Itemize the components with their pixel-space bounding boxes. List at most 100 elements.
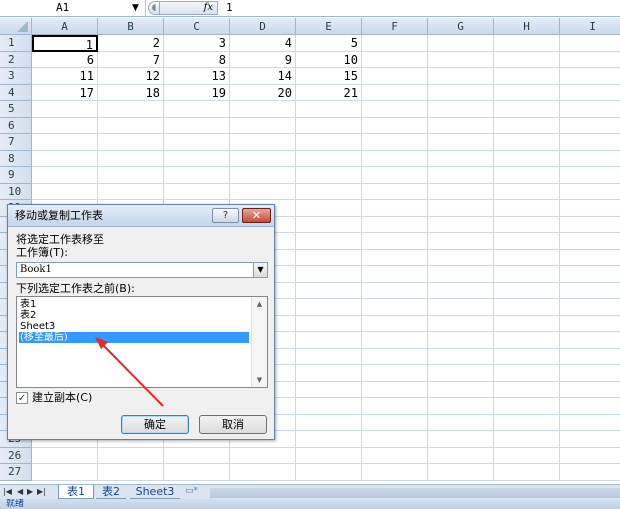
- cell[interactable]: [428, 101, 494, 118]
- cell[interactable]: [98, 101, 164, 118]
- cell[interactable]: [362, 200, 428, 217]
- cell[interactable]: [362, 134, 428, 151]
- cell[interactable]: [428, 183, 494, 200]
- cell[interactable]: [296, 249, 362, 266]
- help-button[interactable]: ?: [212, 208, 239, 223]
- cell[interactable]: [560, 85, 620, 101]
- cell[interactable]: [362, 167, 428, 184]
- cell[interactable]: [560, 365, 620, 382]
- cell[interactable]: [296, 365, 362, 382]
- cell[interactable]: [164, 150, 230, 167]
- cell[interactable]: [494, 35, 560, 52]
- cell[interactable]: [164, 134, 230, 151]
- cell[interactable]: 5: [296, 35, 362, 52]
- cell[interactable]: [230, 447, 296, 464]
- cell[interactable]: [560, 266, 620, 283]
- cell[interactable]: [494, 315, 560, 332]
- cell[interactable]: [296, 464, 362, 481]
- sheet-tab[interactable]: 表1: [58, 485, 94, 499]
- cell[interactable]: [362, 282, 428, 299]
- scroll-up-icon[interactable]: ▲: [252, 297, 267, 311]
- cell[interactable]: [494, 117, 560, 134]
- cell[interactable]: [428, 282, 494, 299]
- close-button[interactable]: ✕: [242, 208, 271, 223]
- list-item[interactable]: Sheet3: [19, 321, 249, 332]
- cell[interactable]: [560, 349, 620, 365]
- cell[interactable]: [362, 233, 428, 250]
- row-header[interactable]: 4: [0, 84, 32, 101]
- cell[interactable]: [230, 183, 296, 200]
- cell[interactable]: 18: [98, 84, 164, 101]
- row-header[interactable]: 8: [0, 150, 32, 167]
- cell[interactable]: [296, 381, 362, 398]
- cell[interactable]: [362, 414, 428, 431]
- cell[interactable]: [560, 398, 620, 415]
- cell[interactable]: [494, 101, 560, 118]
- cell[interactable]: [560, 217, 620, 233]
- cell[interactable]: [560, 415, 620, 431]
- cell[interactable]: [296, 150, 362, 167]
- cell[interactable]: [296, 315, 362, 332]
- column-header[interactable]: G: [428, 18, 494, 35]
- cell[interactable]: [296, 117, 362, 134]
- cell[interactable]: [560, 101, 620, 118]
- next-sheet-icon[interactable]: ▶: [27, 485, 33, 499]
- cell[interactable]: [296, 414, 362, 431]
- cell[interactable]: [362, 249, 428, 266]
- cell[interactable]: [32, 101, 98, 118]
- cell[interactable]: [560, 332, 620, 349]
- column-header[interactable]: B: [98, 18, 164, 35]
- cell[interactable]: [494, 266, 560, 283]
- cell[interactable]: [494, 216, 560, 233]
- row-header[interactable]: 9: [0, 167, 32, 184]
- cell[interactable]: [428, 299, 494, 316]
- cell[interactable]: [428, 134, 494, 151]
- cell[interactable]: [32, 464, 98, 481]
- cell[interactable]: 17: [32, 84, 98, 101]
- cell[interactable]: [560, 448, 620, 464]
- cell[interactable]: [362, 117, 428, 134]
- cell[interactable]: [32, 183, 98, 200]
- cell[interactable]: [230, 167, 296, 184]
- cell[interactable]: [428, 35, 494, 52]
- cell[interactable]: [494, 365, 560, 382]
- create-copy-checkbox[interactable]: ✓: [16, 392, 28, 404]
- first-sheet-icon[interactable]: |◀: [3, 485, 12, 499]
- cell[interactable]: [428, 381, 494, 398]
- cell[interactable]: [362, 381, 428, 398]
- list-item-selected[interactable]: (移至最后): [19, 332, 249, 343]
- cell[interactable]: [362, 332, 428, 349]
- cell[interactable]: 20: [230, 84, 296, 101]
- cell[interactable]: [560, 68, 620, 85]
- cell[interactable]: [560, 464, 620, 481]
- cell[interactable]: [230, 464, 296, 481]
- cell[interactable]: 9: [230, 51, 296, 68]
- column-header[interactable]: E: [296, 18, 362, 35]
- cell[interactable]: [32, 117, 98, 134]
- cell[interactable]: [98, 117, 164, 134]
- cell[interactable]: [296, 183, 362, 200]
- row-header[interactable]: 26: [0, 447, 32, 464]
- cell[interactable]: [560, 382, 620, 398]
- ok-button[interactable]: 确定: [121, 415, 189, 434]
- cell[interactable]: [560, 200, 620, 217]
- cell[interactable]: [560, 283, 620, 299]
- cell[interactable]: [560, 134, 620, 151]
- cell[interactable]: [560, 52, 620, 68]
- cell[interactable]: 8: [164, 51, 230, 68]
- cell[interactable]: [164, 447, 230, 464]
- cell[interactable]: [230, 150, 296, 167]
- cell[interactable]: [428, 68, 494, 85]
- cell[interactable]: [494, 464, 560, 481]
- list-item[interactable]: 表1: [19, 299, 249, 310]
- column-header[interactable]: F: [362, 18, 428, 35]
- cell[interactable]: [494, 233, 560, 250]
- cell[interactable]: [362, 51, 428, 68]
- cell[interactable]: 21: [296, 84, 362, 101]
- cell[interactable]: [230, 117, 296, 134]
- cell[interactable]: [428, 200, 494, 217]
- cell[interactable]: 11: [32, 68, 98, 85]
- cell[interactable]: [362, 35, 428, 52]
- cell[interactable]: [362, 216, 428, 233]
- sheet-listbox[interactable]: 表1 表2 Sheet3 (移至最后) ▲ ▼: [16, 296, 268, 388]
